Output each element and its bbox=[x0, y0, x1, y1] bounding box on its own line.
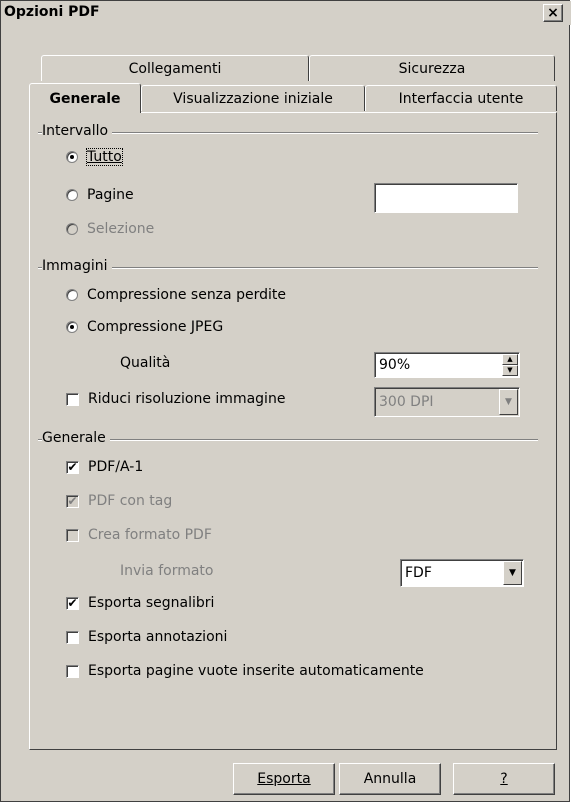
section-title-generale: Generale bbox=[42, 430, 110, 446]
section-title-intervallo: Intervallo bbox=[42, 123, 113, 139]
radio-label: Tutto bbox=[86, 148, 123, 166]
resolution-dropdown: 300 DPI ▼ bbox=[374, 387, 520, 417]
checkbox-indicator bbox=[66, 392, 79, 406]
resolution-value: 300 DPI bbox=[379, 394, 434, 410]
formato-dropdown[interactable]: FDF ▼ bbox=[400, 559, 524, 587]
checkbox-indicator: ✔ bbox=[66, 459, 79, 474]
tab-label: Interfaccia utente bbox=[398, 90, 524, 107]
radio-tutto[interactable]: Tutto bbox=[66, 148, 123, 166]
checkbox-label: Esporta pagine vuote inserite automatica… bbox=[88, 663, 424, 679]
window-title: Opzioni PDF bbox=[4, 4, 100, 20]
button-label: Esporta bbox=[257, 771, 311, 787]
checkbox-crea-formato: Crea formato PDF bbox=[66, 527, 212, 543]
checkbox-pdf-con-tag: ✔ PDF con tag bbox=[66, 493, 172, 509]
tab-visualizzazione-iniziale[interactable]: Visualizzazione iniziale bbox=[141, 85, 365, 111]
spin-down-icon[interactable]: ▼ bbox=[502, 365, 518, 376]
checkbox-indicator: ✔ bbox=[66, 493, 79, 508]
radio-label: Compressione JPEG bbox=[87, 319, 224, 335]
checkbox-label: Esporta segnalibri bbox=[88, 595, 215, 611]
checkbox-riduci-risoluzione[interactable]: Riduci risoluzione immagine bbox=[66, 391, 285, 407]
close-icon: × bbox=[547, 5, 559, 21]
qualita-value: 90% bbox=[379, 357, 411, 373]
section-divider bbox=[38, 267, 538, 269]
radio-compressione-senza-perdite[interactable]: Compressione senza perdite bbox=[66, 287, 286, 303]
tab-interfaccia-utente[interactable]: Interfaccia utente bbox=[365, 85, 557, 111]
close-button[interactable]: × bbox=[543, 4, 563, 22]
checkbox-label: Esporta annotazioni bbox=[88, 629, 228, 645]
tab-label: Sicurezza bbox=[398, 60, 466, 77]
section-title-immagini: Immagini bbox=[42, 258, 112, 274]
checkbox-indicator bbox=[66, 630, 79, 644]
chevron-down-icon: ▼ bbox=[499, 389, 518, 415]
checkbox-pdfa[interactable]: ✔ PDF/A-1 bbox=[66, 459, 143, 475]
tab-sicurezza[interactable]: Sicurezza bbox=[309, 55, 555, 81]
radio-label: Pagine bbox=[87, 187, 134, 203]
tab-collegamenti[interactable]: Collegamenti bbox=[41, 55, 309, 81]
radio-indicator bbox=[66, 289, 78, 301]
radio-indicator bbox=[66, 151, 78, 163]
radio-label: Compressione senza perdite bbox=[87, 287, 286, 303]
annulla-button[interactable]: Annulla bbox=[339, 763, 441, 795]
checkbox-esporta-pagine-vuote[interactable]: Esporta pagine vuote inserite automatica… bbox=[66, 663, 424, 679]
help-button[interactable]: ? bbox=[453, 763, 555, 795]
tab-label: Collegamenti bbox=[128, 60, 222, 77]
checkbox-indicator bbox=[66, 528, 79, 542]
invia-formato-label: Invia formato bbox=[120, 563, 214, 579]
title-bar: Opzioni PDF × bbox=[1, 1, 571, 25]
formato-value: FDF bbox=[405, 565, 432, 581]
pdf-options-dialog: Opzioni PDF × Collegamenti Sicurezza Gen… bbox=[0, 0, 571, 802]
radio-label: Selezione bbox=[87, 221, 155, 237]
chevron-down-icon[interactable]: ▼ bbox=[503, 561, 522, 585]
tab-label: Generale bbox=[49, 90, 121, 107]
esporta-button[interactable]: Esporta bbox=[233, 763, 335, 795]
qualita-spinbox[interactable]: 90% ▲ ▼ bbox=[374, 352, 520, 378]
checkbox-label: PDF/A-1 bbox=[88, 459, 144, 475]
button-label: ? bbox=[500, 771, 508, 787]
button-label: Annulla bbox=[363, 771, 417, 787]
section-divider bbox=[38, 132, 538, 134]
section-divider bbox=[38, 439, 538, 441]
radio-indicator bbox=[66, 321, 78, 333]
checkbox-label: PDF con tag bbox=[88, 493, 173, 509]
radio-pagine[interactable]: Pagine bbox=[66, 187, 134, 203]
radio-compressione-jpeg[interactable]: Compressione JPEG bbox=[66, 319, 223, 335]
tab-label: Visualizzazione iniziale bbox=[173, 90, 333, 107]
qualita-label: Qualità bbox=[120, 355, 171, 371]
checkbox-label: Riduci risoluzione immagine bbox=[88, 391, 286, 407]
checkbox-esporta-annotazioni[interactable]: Esporta annotazioni bbox=[66, 629, 227, 645]
checkbox-indicator: ✔ bbox=[66, 595, 79, 610]
radio-indicator bbox=[66, 223, 78, 235]
tab-panel-generale: Intervallo Tutto Pagine Selezione Immagi… bbox=[29, 112, 557, 750]
checkbox-indicator bbox=[66, 664, 79, 678]
checkbox-esporta-segnalibri[interactable]: ✔ Esporta segnalibri bbox=[66, 595, 214, 611]
radio-selezione: Selezione bbox=[66, 221, 154, 237]
checkbox-label: Crea formato PDF bbox=[88, 527, 212, 543]
radio-indicator bbox=[66, 189, 78, 201]
spin-buttons: ▲ ▼ bbox=[502, 354, 518, 376]
pagine-input[interactable] bbox=[374, 183, 518, 213]
tab-generale[interactable]: Generale bbox=[29, 83, 141, 113]
spin-up-icon[interactable]: ▲ bbox=[502, 354, 518, 365]
